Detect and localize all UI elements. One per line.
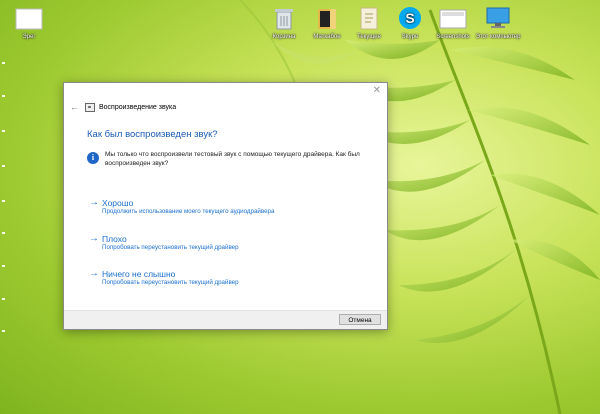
- sound-playback-dialog: ✕ ← Воспроизведение звука Как был воспро…: [63, 82, 388, 330]
- screenshot-icon: [429, 6, 477, 32]
- desktop-icon-3[interactable]: Маткабое: [303, 6, 351, 40]
- blank-document-icon: [5, 8, 53, 32]
- option-title: Ничего не слышно: [102, 269, 176, 279]
- desktop-icon-2[interactable]: Корзина: [260, 6, 308, 40]
- option-subtitle: Продолжить использование моего текущего …: [102, 208, 275, 215]
- dialog-footer: Отмена: [64, 310, 387, 329]
- arrow-right-icon: →: [89, 233, 99, 244]
- speaker-window-icon: [85, 102, 95, 112]
- close-icon[interactable]: ✕: [373, 85, 381, 96]
- arrow-right-icon: →: [89, 197, 99, 208]
- recycle-bin-icon: [260, 6, 308, 32]
- option-subtitle: Попробовать переустановить текущий драйв…: [102, 279, 239, 286]
- desktop-icon-7[interactable]: Этот компьютер: [474, 6, 522, 40]
- info-text: Мы только что воспроизвели тестовый звук…: [105, 151, 360, 167]
- option-title: Хорошо: [102, 198, 134, 208]
- desktop-icon-6[interactable]: Screenshots: [429, 6, 477, 40]
- arrow-right-icon: →: [89, 268, 99, 279]
- cancel-button[interactable]: Отмена: [339, 314, 381, 325]
- option-subtitle: Попробовать переустановить текущий драйв…: [102, 244, 239, 251]
- info-message: i Мы только что воспроизвели тестовый зв…: [87, 150, 377, 168]
- question-heading: Как был воспроизведен звук?: [87, 129, 218, 140]
- folder-icon: [303, 6, 351, 32]
- dialog-title: Воспроизведение звука: [99, 103, 177, 111]
- option-nothing-heard[interactable]: → Ничего не слышно Попробовать переустан…: [89, 269, 239, 287]
- desktop-icon-1[interactable]: Эрег: [5, 8, 53, 40]
- option-bad[interactable]: → Плохо Попробовать переустановить текущ…: [89, 234, 239, 252]
- svg-text:S: S: [405, 10, 414, 26]
- this-pc-icon: [474, 6, 522, 32]
- back-arrow-icon[interactable]: ←: [70, 102, 79, 112]
- info-icon: i: [87, 152, 99, 164]
- desktop-icon-5[interactable]: S Skype: [386, 6, 434, 40]
- option-good[interactable]: → Хорошо Продолжить использование моего …: [89, 198, 274, 216]
- dialog-titlebar: ← Воспроизведение звука: [70, 101, 176, 113]
- option-title: Плохо: [102, 234, 127, 244]
- skype-icon: S: [386, 6, 434, 32]
